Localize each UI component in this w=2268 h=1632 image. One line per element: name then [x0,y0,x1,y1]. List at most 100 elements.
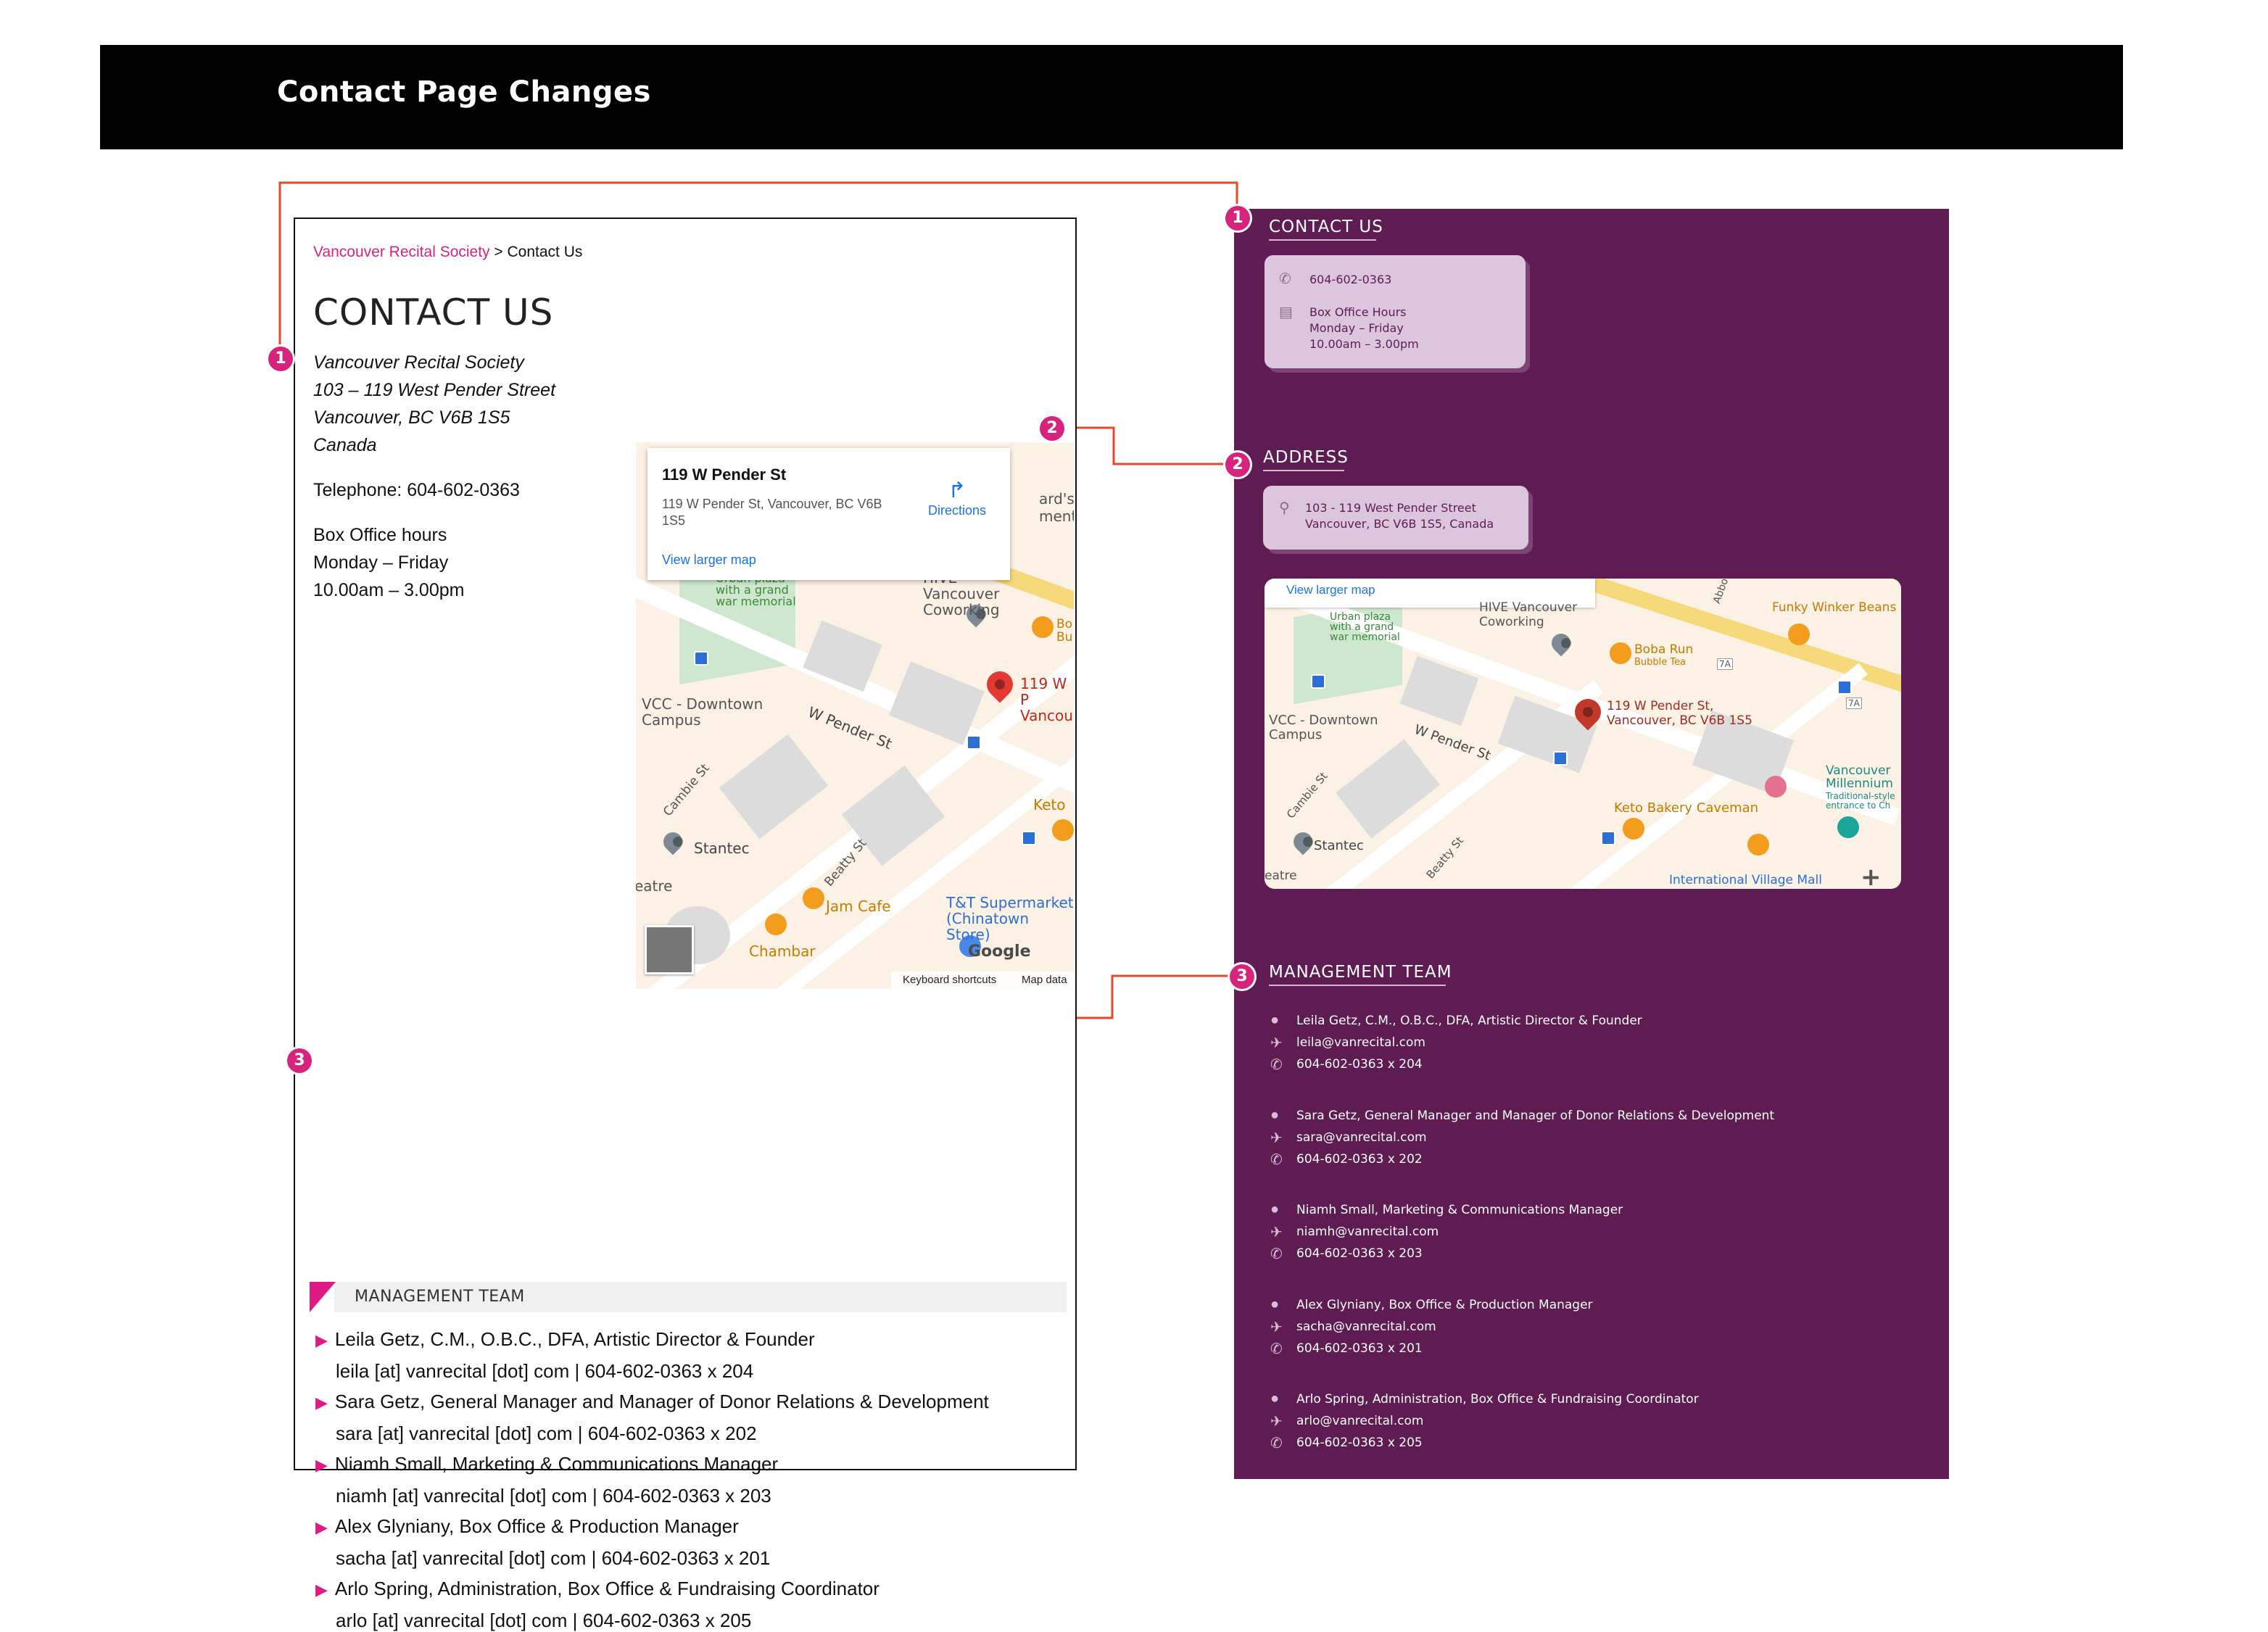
satellite-toggle[interactable] [645,925,694,974]
list-bullet-icon: ▶ [315,1518,328,1536]
member-name: Sara Getz, General Manager and Manager o… [1296,1108,1775,1123]
header-title: Contact Page Changes [277,75,651,109]
new-contact-page: CONTACT US ✆ 604-602-0363 ▤ Box Office H… [1234,209,1949,1479]
marker-1: 1 [1225,206,1250,231]
address-line: Vancouver, BC V6B 1S5 [313,407,510,428]
place-address: 119 W Pender St, Vancouver, BC V6B 1S5 [662,497,882,528]
breadcrumb-current: Contact Us [507,244,583,260]
member-contact: leila [at] vanrecital [dot] com | 604-60… [336,1360,754,1382]
map-info-card: 119 W Pender St 119 W Pender St, Vancouv… [647,448,1010,580]
address-line: Canada [313,435,377,455]
restaurant-icon [1747,834,1769,856]
view-larger-map-link[interactable]: View larger map [1286,583,1375,597]
map-footer: Keyboard shortcuts Map data [891,972,1074,989]
map-label: Boba Run [1634,642,1694,657]
list-bullet-icon: ▶ [315,1456,328,1474]
member-name: Arlo Spring, Administration, Box Office … [1296,1392,1699,1407]
map-label: Jam Cafe [826,898,891,915]
address-line: Vancouver Recital Society [313,352,524,373]
phone-icon: ✆ [1279,271,1291,287]
phone-icon: ✆ [1270,1057,1283,1073]
map-label: 119 W Pender St, Vancouver, BC V6B 1S5 [1607,699,1752,728]
heading-underline [1263,470,1344,471]
address-text: 103 - 119 West Pender Street Vancouver, B… [1305,501,1494,531]
address-card: ⚲ 103 - 119 West Pender Street Vancouver,… [1263,486,1528,550]
old-contact-page: Vancouver Recital Society > Contact Us C… [294,218,1077,1631]
map-label: VCC - Downtown Campus [1269,713,1378,742]
map-label: Chambar [749,943,816,960]
member-email[interactable]: niamh@vanrecital.com [1296,1225,1439,1239]
management-heading: MANAGEMENT TEAM [1269,963,1452,982]
member-name: ▶ Arlo Spring, Administration, Box Office… [315,1578,880,1599]
map-label: HIVE Vancouver Coworking [1479,600,1578,629]
map-label: Funky Winker Beans [1772,600,1897,615]
marker-2: 2 [1040,416,1064,441]
member-phone[interactable]: 604-602-0363 x 202 [1296,1152,1423,1167]
directions-button[interactable]: ↱ Directions [924,479,990,518]
management-heading: MANAGEMENT TEAM [355,1288,525,1306]
landmark-icon [1837,816,1859,838]
bar-icon [1788,624,1810,645]
member-contact: arlo [at] vanrecital [dot] com | 604-602… [336,1610,752,1631]
marker-3: 3 [287,1048,312,1073]
bus-stop-icon [967,735,981,750]
restaurant-icon [1623,818,1644,840]
telephone-text: Telephone: 604-602-0363 [313,480,520,500]
cafe-icon [1032,616,1054,638]
bus-stop-icon [1601,831,1615,845]
address-heading: ADDRESS [1263,448,1349,467]
marker-3: 3 [1230,964,1254,989]
person-icon: ● [1270,1296,1280,1312]
phone-icon: ✆ [1270,1436,1283,1451]
map-label: 119 W P Vancou [1020,675,1073,724]
member-phone[interactable]: 604-602-0363 x 201 [1296,1341,1423,1356]
map-data-link[interactable]: Map data [1022,974,1067,986]
member-phone[interactable]: 604-602-0363 x 204 [1296,1057,1423,1072]
email-icon: ✈ [1270,1130,1283,1146]
breadcrumb-separator: > [489,244,508,260]
place-title: 119 W Pender St [662,465,787,484]
member-email[interactable]: sacha@vanrecital.com [1296,1320,1436,1334]
member-name: ▶ Leila Getz, C.M., O.B.C., DFA, Artistic… [315,1328,815,1350]
location-pin-icon: ⚲ [1279,500,1290,516]
address-line: 103 – 119 West Pender Street [313,380,556,400]
email-icon: ✈ [1270,1035,1283,1051]
zoom-in-button[interactable]: + [1861,863,1882,889]
map-label: Urban plaza with a grand war memorial [1330,611,1400,643]
member-email[interactable]: arlo@vanrecital.com [1296,1414,1423,1428]
restaurant-icon [765,914,787,935]
hours-line: Monday – Friday [313,552,449,573]
email-icon: ✈ [1270,1225,1283,1240]
marker-1: 1 [268,347,293,371]
google-logo: Google [968,943,1031,961]
map-label: Traditional-style entrance to Ch [1826,791,1895,811]
bus-stop-icon [694,651,708,666]
member-email[interactable]: sara@vanrecital.com [1296,1130,1427,1145]
breadcrumb-home-link[interactable]: Vancouver Recital Society [313,244,490,260]
map-label: Vancouver Millennium [1826,763,1893,791]
map-label: Keto [1033,796,1066,813]
member-name: Leila Getz, C.M., O.B.C., DFA, Artistic … [1296,1014,1642,1028]
member-email[interactable]: leila@vanrecital.com [1296,1035,1425,1050]
heading-flag-icon [310,1282,336,1312]
lodging-icon [1765,776,1787,798]
bus-stop-icon [1553,751,1568,766]
page-title: CONTACT US [313,291,554,334]
phone-icon: ✆ [1270,1246,1283,1262]
embedded-map[interactable]: 119 W P Vancou VCC - Downtown Campus W P… [636,442,1074,989]
map-label: VCC - Downtown Campus [642,695,763,729]
contact-card: ✆ 604-602-0363 ▤ Box Office Hours Monday … [1265,255,1526,368]
member-phone[interactable]: 604-602-0363 x 203 [1296,1246,1423,1261]
map-label: eatre [636,877,673,895]
map-label: Bo Bu [1056,617,1073,645]
embedded-map[interactable]: View larger map 119 W Pender St, Vancouv… [1265,579,1901,889]
keyboard-shortcuts-link[interactable]: Keyboard shortcuts [903,974,996,986]
member-name: ▶ Sara Getz, General Manager and Manager … [315,1391,989,1412]
map-label: Stantec [1314,838,1364,853]
directions-label: Directions [927,503,987,518]
view-larger-map-link[interactable]: View larger map [662,552,756,568]
map-label: Bubble Tea [1634,657,1686,668]
member-name: ▶ Niamh Small, Marketing & Communications… [315,1453,779,1475]
email-icon: ✈ [1270,1414,1283,1430]
member-phone[interactable]: 604-602-0363 x 205 [1296,1436,1423,1450]
